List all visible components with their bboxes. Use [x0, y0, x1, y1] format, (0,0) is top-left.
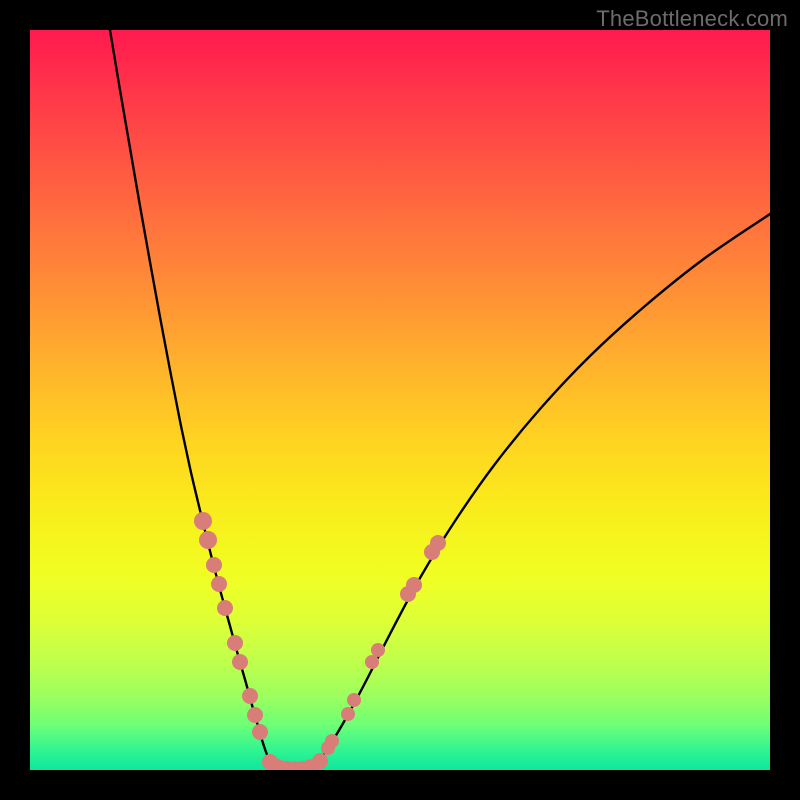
- left-branch-curve: [110, 30, 270, 762]
- plot-area: [30, 30, 770, 770]
- marker-right-8: [430, 535, 446, 551]
- marker-left-8: [247, 707, 263, 723]
- watermark-text: TheBottleneck.com: [596, 6, 788, 32]
- marker-trough-6: [312, 753, 328, 769]
- chart-svg: [30, 30, 770, 770]
- marker-left-7: [242, 688, 258, 704]
- marker-right-6: [406, 577, 422, 593]
- marker-left-2: [206, 557, 222, 573]
- right-branch-curve: [318, 214, 770, 763]
- marker-right-4: [371, 643, 385, 657]
- chart-stage: TheBottleneck.com: [0, 0, 800, 800]
- marker-right-2: [347, 693, 361, 707]
- marker-left-5: [227, 635, 243, 651]
- marker-left-1: [199, 531, 217, 549]
- marker-left-3: [211, 576, 227, 592]
- marker-right-1: [341, 707, 355, 721]
- trough-marker-group: [262, 741, 335, 770]
- marker-left-0: [194, 512, 212, 530]
- marker-left-9: [252, 724, 268, 740]
- marker-right-0: [325, 734, 339, 748]
- marker-right-3: [365, 655, 379, 669]
- marker-left-6: [232, 654, 248, 670]
- marker-left-4: [217, 600, 233, 616]
